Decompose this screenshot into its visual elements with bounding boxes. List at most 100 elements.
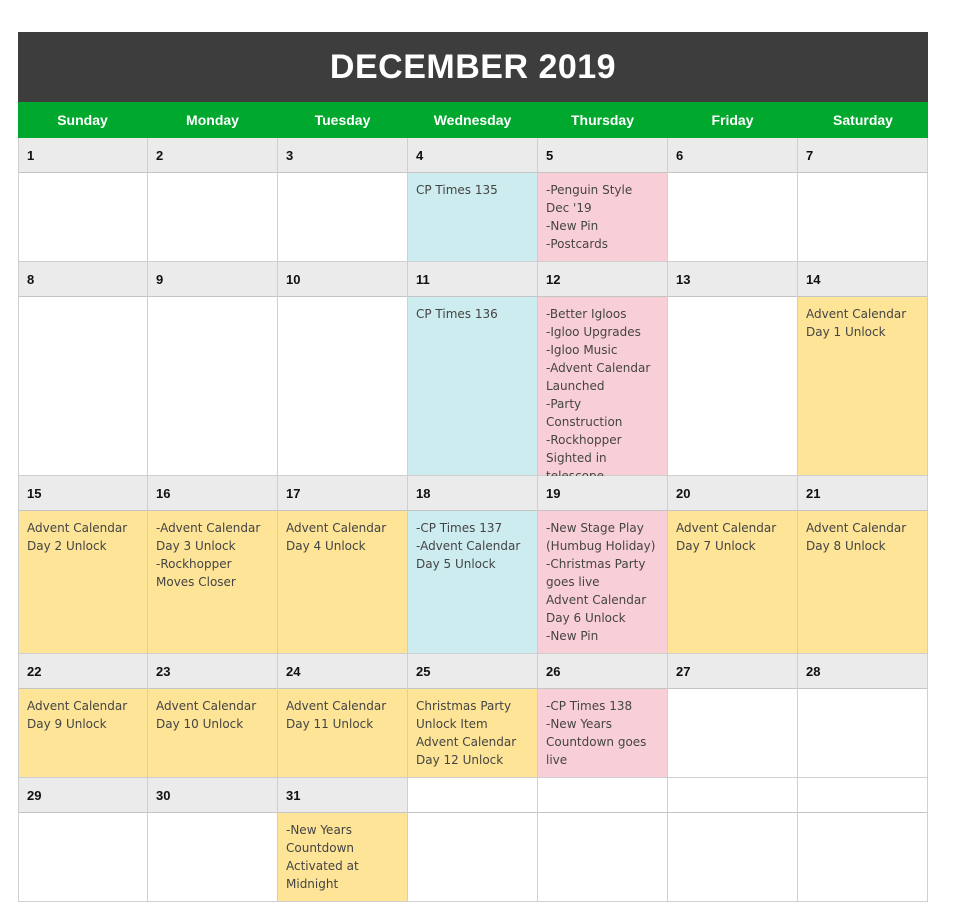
day-events: Advent Calendar Day 4 Unlock: [278, 511, 407, 653]
week-row: 1 2 3 4 CP Times 135 5 -Penguin Style Dec '19 …: [18, 138, 928, 262]
week-row: 15 Advent Calendar Day 2 Unlock 16 -Advent …: [18, 476, 928, 654]
weekday-thursday: Thursday: [538, 102, 668, 138]
day-cell[interactable]: 5 -Penguin Style Dec '19 -New Pin -Postca…: [538, 138, 668, 262]
day-cell[interactable]: 30: [148, 778, 278, 902]
day-cell[interactable]: 22 Advent Calendar Day 9 Unlock: [18, 654, 148, 778]
day-number: 3: [278, 138, 407, 173]
day-events: [668, 297, 797, 475]
day-events: [148, 173, 277, 261]
day-events: [278, 297, 407, 475]
day-cell[interactable]: 11 CP Times 136: [408, 262, 538, 476]
day-events: -Advent Calendar Day 3 Unlock -Rockhoppe…: [148, 511, 277, 653]
day-cell[interactable]: 10: [278, 262, 408, 476]
day-events: [798, 689, 927, 777]
day-cell[interactable]: 13: [668, 262, 798, 476]
day-cell[interactable]: 18 -CP Times 137 -Advent Calendar Day 5 U…: [408, 476, 538, 654]
day-number: 15: [19, 476, 147, 511]
day-events: -Better Igloos -Igloo Upgrades -Igloo Mu…: [538, 297, 667, 483]
day-cell[interactable]: 6: [668, 138, 798, 262]
day-cell[interactable]: 23 Advent Calendar Day 10 Unlock: [148, 654, 278, 778]
day-cell[interactable]: 8: [18, 262, 148, 476]
day-number: 11: [408, 262, 537, 297]
day-number: 31: [278, 778, 407, 813]
day-cell[interactable]: 19 -New Stage Play (Humbug Holiday) -Chri…: [538, 476, 668, 654]
weekday-header-row: Sunday Monday Tuesday Wednesday Thursday…: [18, 102, 928, 138]
week-row: 8 9 10 11 CP Times 136 12 -Better Igloos -Iglo…: [18, 262, 928, 483]
day-events: -Penguin Style Dec '19 -New Pin -Postcar…: [538, 173, 667, 261]
day-number: 8: [19, 262, 147, 297]
day-cell[interactable]: 24 Advent Calendar Day 11 Unlock: [278, 654, 408, 778]
day-number: 12: [538, 262, 667, 297]
weekday-monday: Monday: [148, 102, 278, 138]
day-cell[interactable]: 21 Advent Calendar Day 8 Unlock: [798, 476, 928, 654]
day-events: Advent Calendar Day 8 Unlock: [798, 511, 927, 653]
calendar: DECEMBER 2019 Sunday Monday Tuesday Wedn…: [18, 32, 928, 902]
day-number: 6: [668, 138, 797, 173]
day-number: 19: [538, 476, 667, 511]
day-events: [19, 173, 147, 261]
day-number: 28: [798, 654, 927, 689]
day-number: 5: [538, 138, 667, 173]
day-cell[interactable]: 1: [18, 138, 148, 262]
day-events: Advent Calendar Day 9 Unlock: [19, 689, 147, 777]
day-events: Advent Calendar Day 11 Unlock: [278, 689, 407, 777]
day-number: 7: [798, 138, 927, 173]
day-events: [278, 173, 407, 261]
day-events: -New Years Countdown Activated at Midnig…: [278, 813, 407, 901]
day-number: 2: [148, 138, 277, 173]
week-row: 29 30 31 -New Years Countdown Activated at …: [18, 778, 928, 902]
weekday-sunday: Sunday: [18, 102, 148, 138]
day-number: 4: [408, 138, 537, 173]
day-events: [668, 689, 797, 777]
day-cell[interactable]: 27: [668, 654, 798, 778]
weekday-wednesday: Wednesday: [408, 102, 538, 138]
day-cell[interactable]: 28: [798, 654, 928, 778]
day-number: [538, 778, 667, 813]
day-number: 17: [278, 476, 407, 511]
day-cell[interactable]: 29: [18, 778, 148, 902]
day-cell[interactable]: 12 -Better Igloos -Igloo Upgrades -Igloo …: [538, 262, 668, 483]
day-events: CP Times 135: [408, 173, 537, 261]
day-number: 14: [798, 262, 927, 297]
day-cell[interactable]: 26 -CP Times 138 -New Years Countdown goe…: [538, 654, 668, 778]
day-number: 27: [668, 654, 797, 689]
day-events: [19, 297, 147, 475]
day-cell[interactable]: 20 Advent Calendar Day 7 Unlock: [668, 476, 798, 654]
day-cell[interactable]: 4 CP Times 135: [408, 138, 538, 262]
day-cell[interactable]: 14 Advent Calendar Day 1 Unlock: [798, 262, 928, 476]
day-cell[interactable]: [408, 778, 538, 902]
day-cell[interactable]: 16 -Advent Calendar Day 3 Unlock -Rockhop…: [148, 476, 278, 654]
day-events: Advent Calendar Day 1 Unlock: [798, 297, 927, 475]
day-cell[interactable]: 15 Advent Calendar Day 2 Unlock: [18, 476, 148, 654]
day-events: -CP Times 137 -Advent Calendar Day 5 Unl…: [408, 511, 537, 653]
day-cell[interactable]: [668, 778, 798, 902]
day-events: -CP Times 138 -New Years Countdown goes …: [538, 689, 667, 777]
day-number: 20: [668, 476, 797, 511]
day-cell[interactable]: 31 -New Years Countdown Activated at Midn…: [278, 778, 408, 902]
day-events: [19, 813, 147, 901]
weekday-tuesday: Tuesday: [278, 102, 408, 138]
day-number: 18: [408, 476, 537, 511]
day-cell[interactable]: 25 Christmas Party Unlock Item Advent Cal…: [408, 654, 538, 778]
day-events: Advent Calendar Day 7 Unlock: [668, 511, 797, 653]
day-events: [798, 813, 927, 901]
day-events: [538, 813, 667, 901]
day-events: [148, 813, 277, 901]
day-cell[interactable]: 9: [148, 262, 278, 476]
day-cell[interactable]: 17 Advent Calendar Day 4 Unlock: [278, 476, 408, 654]
day-number: [798, 778, 927, 813]
day-number: [668, 778, 797, 813]
day-cell[interactable]: [538, 778, 668, 902]
day-number: 30: [148, 778, 277, 813]
day-cell[interactable]: [798, 778, 928, 902]
day-cell[interactable]: 7: [798, 138, 928, 262]
day-events: [668, 173, 797, 261]
day-cell[interactable]: 3: [278, 138, 408, 262]
day-number: 26: [538, 654, 667, 689]
month-title: DECEMBER 2019: [18, 32, 928, 102]
weekday-saturday: Saturday: [833, 112, 893, 128]
day-cell[interactable]: 2: [148, 138, 278, 262]
day-number: 1: [19, 138, 147, 173]
day-events: [148, 297, 277, 475]
day-events: [408, 813, 537, 901]
